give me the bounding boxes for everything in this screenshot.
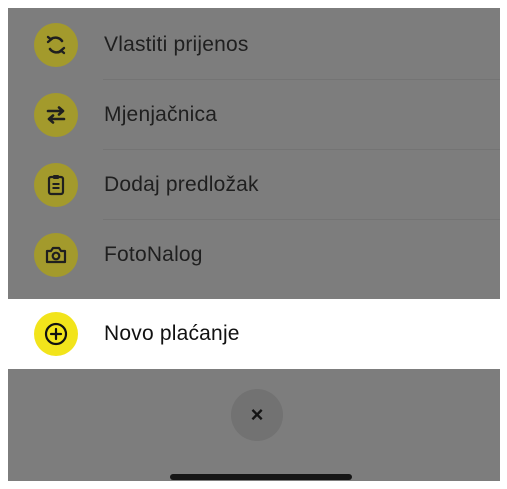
- camera-icon: [34, 233, 78, 277]
- action-menu-overlay: Vlastiti prijenos Mjenjačnica Dodaj pred…: [8, 8, 500, 481]
- menu-item-label: Dodaj predložak: [104, 173, 259, 196]
- menu-item-add-template[interactable]: Dodaj predložak: [8, 150, 500, 220]
- close-button[interactable]: ×: [231, 389, 283, 441]
- menu-item-photo-order[interactable]: FotoNalog: [8, 220, 500, 290]
- menu-item-own-transfer[interactable]: Vlastiti prijenos: [8, 10, 500, 80]
- menu-item-label: Vlastiti prijenos: [104, 33, 249, 56]
- exchange-arrows-icon: [34, 93, 78, 137]
- clipboard-icon: [34, 163, 78, 207]
- home-indicator[interactable]: [170, 474, 352, 480]
- menu-item-exchange[interactable]: Mjenjačnica: [8, 80, 500, 150]
- menu-item-label: Novo plaćanje: [104, 322, 240, 345]
- plus-circle-icon: [34, 312, 78, 356]
- close-icon: ×: [250, 402, 264, 427]
- menu-item-label: FotoNalog: [104, 243, 203, 266]
- menu-item-new-payment[interactable]: Novo plaćanje: [8, 299, 500, 369]
- menu-item-label: Mjenjačnica: [104, 103, 218, 126]
- refresh-icon: [34, 23, 78, 67]
